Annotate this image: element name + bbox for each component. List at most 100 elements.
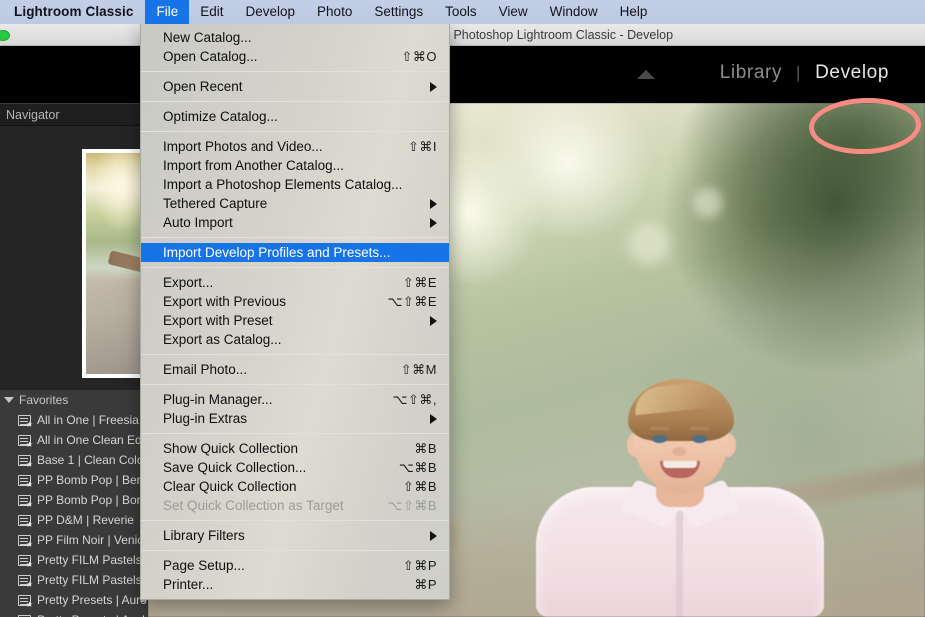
- submenu-arrow-icon: [430, 218, 437, 228]
- thumb-walkway: [82, 279, 148, 374]
- menu-item-label: Email Photo...: [163, 360, 401, 379]
- menu-separator: [141, 354, 449, 355]
- menu-separator: [141, 101, 449, 102]
- menu-item-printer[interactable]: Printer...⌘P: [141, 575, 449, 594]
- favorite-preset-label: All in One | Freesia: [37, 413, 139, 427]
- menu-bar-item-view[interactable]: View: [488, 0, 539, 24]
- menu-item-plug-in-manager[interactable]: Plug-in Manager...⌥⇧⌘,: [141, 390, 449, 409]
- menu-separator: [141, 520, 449, 521]
- menu-bar-item-tools[interactable]: Tools: [434, 0, 488, 24]
- menu-item-library-filters[interactable]: Library Filters: [141, 526, 449, 545]
- favorite-preset-label: Pretty FILM Pastels |: [37, 573, 148, 587]
- favorite-preset-item[interactable]: PP Bomb Pop | Bom: [18, 490, 148, 510]
- favorites-title: Favorites: [19, 390, 68, 410]
- app-menu-lightroom-classic[interactable]: Lightroom Classic: [0, 0, 145, 24]
- favorite-preset-label: Pretty FILM Pastels |: [37, 553, 148, 567]
- navigator-panel-header[interactable]: Navigator: [0, 103, 148, 126]
- favorite-preset-label: PP Bomb Pop | Berry: [37, 473, 148, 487]
- favorites-header[interactable]: Favorites: [0, 390, 148, 410]
- menu-item-save-quick-collection[interactable]: Save Quick Collection...⌥⌘B: [141, 458, 449, 477]
- submenu-arrow-icon: [430, 531, 437, 541]
- menu-item-email-photo[interactable]: Email Photo...⇧⌘M: [141, 360, 449, 379]
- menu-item-export-with-previous[interactable]: Export with Previous⌥⇧⌘E: [141, 292, 449, 311]
- menu-item-import-from-another-catalog[interactable]: Import from Another Catalog...: [141, 156, 449, 175]
- menu-item-import-photos-and-video[interactable]: Import Photos and Video...⇧⌘I: [141, 137, 449, 156]
- menu-item-import-develop-profiles-and-presets[interactable]: Import Develop Profiles and Presets...: [141, 243, 449, 262]
- menu-item-show-quick-collection[interactable]: Show Quick Collection⌘B: [141, 439, 449, 458]
- menu-item-label: Open Catalog...: [163, 47, 401, 66]
- subject-teeth: [663, 461, 697, 468]
- menu-item-open-recent[interactable]: Open Recent: [141, 77, 449, 96]
- preset-star-icon: [18, 535, 31, 546]
- menu-item-label: Show Quick Collection: [163, 439, 414, 458]
- menu-item-clear-quick-collection[interactable]: Clear Quick Collection⇧⌘B: [141, 477, 449, 496]
- menu-item-label: Export with Preset: [163, 311, 430, 330]
- menu-item-label: Plug-in Manager...: [163, 390, 393, 409]
- submenu-arrow-icon: [430, 316, 437, 326]
- menu-separator: [141, 237, 449, 238]
- menu-item-shortcut: ⌘P: [414, 575, 437, 594]
- menu-bar-item-photo[interactable]: Photo: [306, 0, 363, 24]
- menu-item-open-catalog[interactable]: Open Catalog...⇧⌘O: [141, 47, 449, 66]
- favorite-preset-item[interactable]: PP Bomb Pop | Berry: [18, 470, 148, 490]
- menu-item-shortcut: ⇧⌘O: [401, 47, 437, 66]
- favorite-preset-item[interactable]: Pretty Presets | Auro: [18, 590, 148, 610]
- photo-bokeh-dot: [693, 188, 723, 218]
- module-picker: Library | Develop: [706, 58, 903, 88]
- menu-bar-item-edit[interactable]: Edit: [189, 0, 234, 24]
- menu-separator: [141, 131, 449, 132]
- menu-item-shortcut: ⌥⇧⌘,: [393, 390, 438, 409]
- subject-eyebrow-right: [690, 427, 709, 430]
- menu-item-label: New Catalog...: [163, 28, 437, 47]
- menu-item-export-with-preset[interactable]: Export with Preset: [141, 311, 449, 330]
- menu-bar-item-file[interactable]: File: [145, 0, 189, 24]
- menu-item-plug-in-extras[interactable]: Plug-in Extras: [141, 409, 449, 428]
- menu-item-shortcut: ⌥⌘B: [399, 458, 437, 477]
- lightroom-top-bar: Library | Develop: [0, 46, 925, 103]
- menu-bar-item-window[interactable]: Window: [539, 0, 609, 24]
- navigator-preview[interactable]: [0, 126, 148, 389]
- menu-item-export-as-catalog[interactable]: Export as Catalog...: [141, 330, 449, 349]
- preset-star-icon: [18, 415, 31, 426]
- subject-eye-left: [652, 435, 667, 443]
- menu-item-new-catalog[interactable]: New Catalog...: [141, 28, 449, 47]
- menu-item-shortcut: ⌘B: [414, 439, 437, 458]
- menu-item-tethered-capture[interactable]: Tethered Capture: [141, 194, 449, 213]
- menu-bar-item-help[interactable]: Help: [609, 0, 659, 24]
- menu-item-export[interactable]: Export...⇧⌘E: [141, 273, 449, 292]
- subject-nose: [672, 447, 686, 456]
- module-develop[interactable]: Develop: [801, 58, 903, 88]
- menu-bar-item-develop[interactable]: Develop: [235, 0, 307, 24]
- menu-item-shortcut: ⇧⌘P: [403, 556, 437, 575]
- favorite-preset-item[interactable]: Pretty FILM Pastels |: [18, 570, 148, 590]
- module-library[interactable]: Library: [706, 58, 796, 88]
- menu-separator: [141, 267, 449, 268]
- preset-star-icon: [18, 575, 31, 586]
- favorite-preset-item[interactable]: Pretty FILM Pastels |: [18, 550, 148, 570]
- favorite-preset-item[interactable]: All in One Clean Edit: [18, 430, 148, 450]
- photo-bokeh-dot: [628, 223, 670, 265]
- file-menu-dropdown[interactable]: New Catalog...Open Catalog...⇧⌘O Open Rec…: [140, 24, 450, 600]
- menu-item-optimize-catalog[interactable]: Optimize Catalog...: [141, 107, 449, 126]
- favorite-preset-item[interactable]: PP D&M | Reverie: [18, 510, 148, 530]
- menu-item-import-a-photoshop-elements-catalog[interactable]: Import a Photoshop Elements Catalog...: [141, 175, 449, 194]
- preset-star-icon: [18, 595, 31, 606]
- submenu-arrow-icon: [430, 199, 437, 209]
- preset-star-icon: [18, 435, 31, 446]
- photo-subject-child: [530, 371, 830, 617]
- menu-bar-item-settings[interactable]: Settings: [363, 0, 434, 24]
- menu-item-label: Import from Another Catalog...: [163, 156, 437, 175]
- identity-plate-toggle-icon[interactable]: [637, 70, 655, 79]
- favorite-preset-item[interactable]: Base 1 | Clean Color: [18, 450, 148, 470]
- favorite-preset-item[interactable]: Pretty Presets | Azalea: [18, 610, 148, 617]
- favorite-preset-label: PP Bomb Pop | Bom: [37, 493, 147, 507]
- favorites-panel: Favorites All in One | Freesia All in One…: [0, 390, 148, 617]
- menu-item-shortcut: ⌥⇧⌘B: [387, 496, 437, 515]
- menu-item-auto-import[interactable]: Auto Import: [141, 213, 449, 232]
- favorite-preset-item[interactable]: All in One | Freesia: [18, 410, 148, 430]
- menu-item-page-setup[interactable]: Page Setup...⇧⌘P: [141, 556, 449, 575]
- submenu-arrow-icon: [430, 82, 437, 92]
- favorite-preset-item[interactable]: PP Film Noir | Venice: [18, 530, 148, 550]
- menu-separator: [141, 433, 449, 434]
- menu-item-label: Plug-in Extras: [163, 409, 430, 428]
